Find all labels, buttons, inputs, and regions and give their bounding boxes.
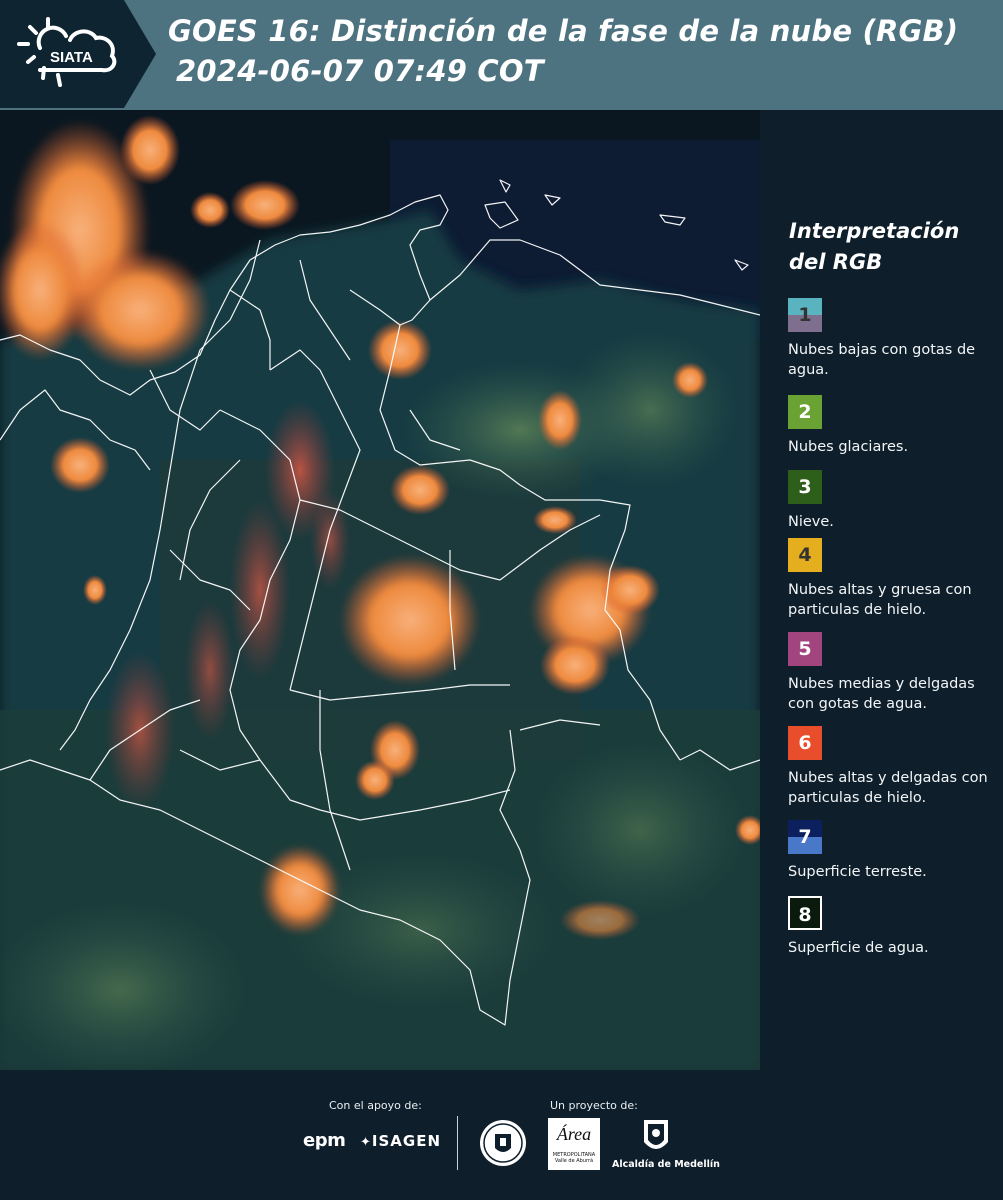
legend-number: 7 [798,826,812,848]
epm-logo[interactable]: epm [303,1130,346,1151]
footer-divider [457,1116,458,1170]
legend-swatch: 6 [788,726,822,760]
legend-label: Superficie de agua. [788,940,929,956]
legend-swatch: 5 [788,632,822,666]
area-metropolitana-logo[interactable]: Área METROPOLITANA Valle de Aburrá [548,1118,600,1170]
footer: Con el apoyo de: Un proyecto de: epm ✦IS… [0,1072,1003,1200]
area-logo-sub: METROPOLITANA Valle de Aburrá [548,1152,600,1164]
isagen-logo[interactable]: ✦ISAGEN [360,1132,441,1150]
isagen-mark-icon: ✦ [360,1135,372,1150]
legend-item: 5 Nubes medias y delgadas con gotas de ag… [788,632,993,714]
legend-label: Nubes altas y delgadas con particulas de… [788,770,988,806]
isagen-label: ISAGEN [371,1132,442,1150]
medellin-crest-icon[interactable] [642,1118,670,1156]
rgb-composite-image [0,110,760,1070]
legend-title-line1: Interpretación [789,219,960,243]
legend-item: 4 Nubes altas y gruesa con particulas de … [788,538,993,620]
university-seal-icon[interactable] [478,1118,528,1168]
legend-item: 8 Superficie de agua. [788,896,993,958]
svg-text:SIATA: SIATA [50,49,93,66]
legend-swatch: 3 [788,470,822,504]
legend-title: Interpretación del RGB [789,216,989,278]
siata-logo[interactable]: SIATA [0,0,124,108]
legend-swatch: 1 [788,298,822,332]
timestamp: 2024-06-07 07:49 COT [176,54,544,88]
sun-cloud-icon: SIATA [17,17,117,87]
alcaldia-label: Alcaldía de Medellín [612,1159,720,1170]
legend-swatch: 2 [788,395,822,429]
legend-number: 1 [798,304,812,326]
legend-label: Nubes altas y gruesa con particulas de h… [788,582,972,618]
support-label: Con el apoyo de: [329,1099,422,1112]
legend-title-line2: del RGB [789,250,883,274]
legend-number: 5 [798,638,812,660]
legend-item: 6 Nubes altas y delgadas con particulas d… [788,726,993,808]
legend-item: 1 Nubes bajas con gotas de agua. [788,298,993,380]
legend-number: 4 [798,544,812,566]
area-logo-title: Área [556,1124,592,1144]
legend-number: 8 [798,904,812,926]
legend-swatch: 4 [788,538,822,572]
project-label: Un proyecto de: [550,1099,638,1112]
legend-item: 7 Superficie terreste. [788,820,993,882]
legend-label: Nubes glaciares. [788,439,909,455]
legend-item: 2 Nubes glaciares. [788,395,993,457]
legend-label: Superficie terreste. [788,864,927,880]
legend-label: Nieve. [788,514,834,530]
satellite-map[interactable] [0,110,760,1070]
header-arrow [124,0,156,108]
legend-number: 6 [798,732,812,754]
legend-swatch: 7 [788,820,822,854]
legend-label: Nubes bajas con gotas de agua. [788,342,976,378]
header-bar: SIATA GOES 16: Distinción de la fase de … [0,0,1003,110]
legend-label: Nubes medias y delgadas con gotas de agu… [788,676,975,712]
legend-number: 2 [798,401,812,423]
legend-number: 3 [798,476,812,498]
legend-panel: Interpretación del RGB 1 Nubes bajas con … [762,110,1003,1072]
page-title: GOES 16: Distinción de la fase de la nub… [168,14,959,48]
legend-item: 3 Nieve. [788,470,993,532]
area-logo-sub2: Valle de Aburrá [554,1158,594,1164]
legend-swatch: 8 [788,896,822,930]
